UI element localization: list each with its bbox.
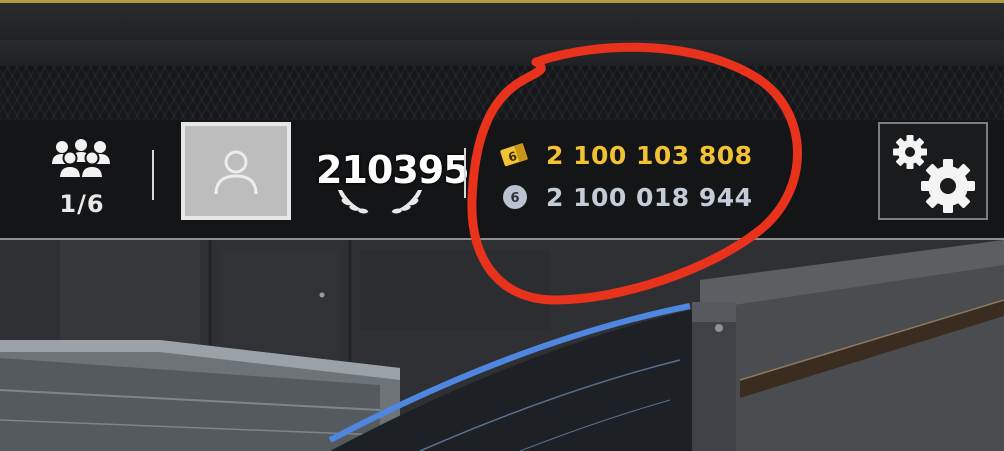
silver-coin-icon: 6 (498, 182, 532, 212)
standard-currency-value: 2 100 018 944 (546, 182, 753, 212)
hud-divider (464, 148, 466, 198)
hex-mesh-panel (0, 66, 1004, 120)
ceiling-panel (0, 40, 1004, 67)
hud-divider (152, 150, 154, 200)
gears-icon (893, 135, 975, 213)
top-scenery (0, 0, 1004, 120)
settings-button[interactable] (878, 122, 988, 220)
hangar-scene (0, 240, 1004, 451)
squad-button[interactable]: 1/6 (44, 138, 120, 218)
premium-currency-row[interactable]: 6 2 100 103 808 (498, 140, 753, 170)
squad-count: 1/6 (59, 190, 105, 218)
gold-ticket-icon: 6 (498, 140, 532, 170)
game-screen: 1/6 210395 6 2 100 103 808 6 2 100 018 9… (0, 0, 1004, 451)
default-avatar-icon (214, 150, 258, 195)
squad-group-icon (52, 139, 110, 179)
player-level-badge[interactable]: 210395 (316, 142, 470, 216)
gold-frame-border (0, 0, 1004, 3)
premium-currency-value: 2 100 103 808 (546, 140, 753, 170)
player-level-number: 210395 (316, 148, 470, 192)
standard-currency-row[interactable]: 6 2 100 018 944 (498, 182, 753, 212)
player-avatar[interactable] (181, 122, 291, 220)
hud-top-bar: 1/6 210395 6 2 100 103 808 6 2 100 018 9… (0, 120, 1004, 240)
silver-coin-label: 6 (511, 191, 520, 206)
